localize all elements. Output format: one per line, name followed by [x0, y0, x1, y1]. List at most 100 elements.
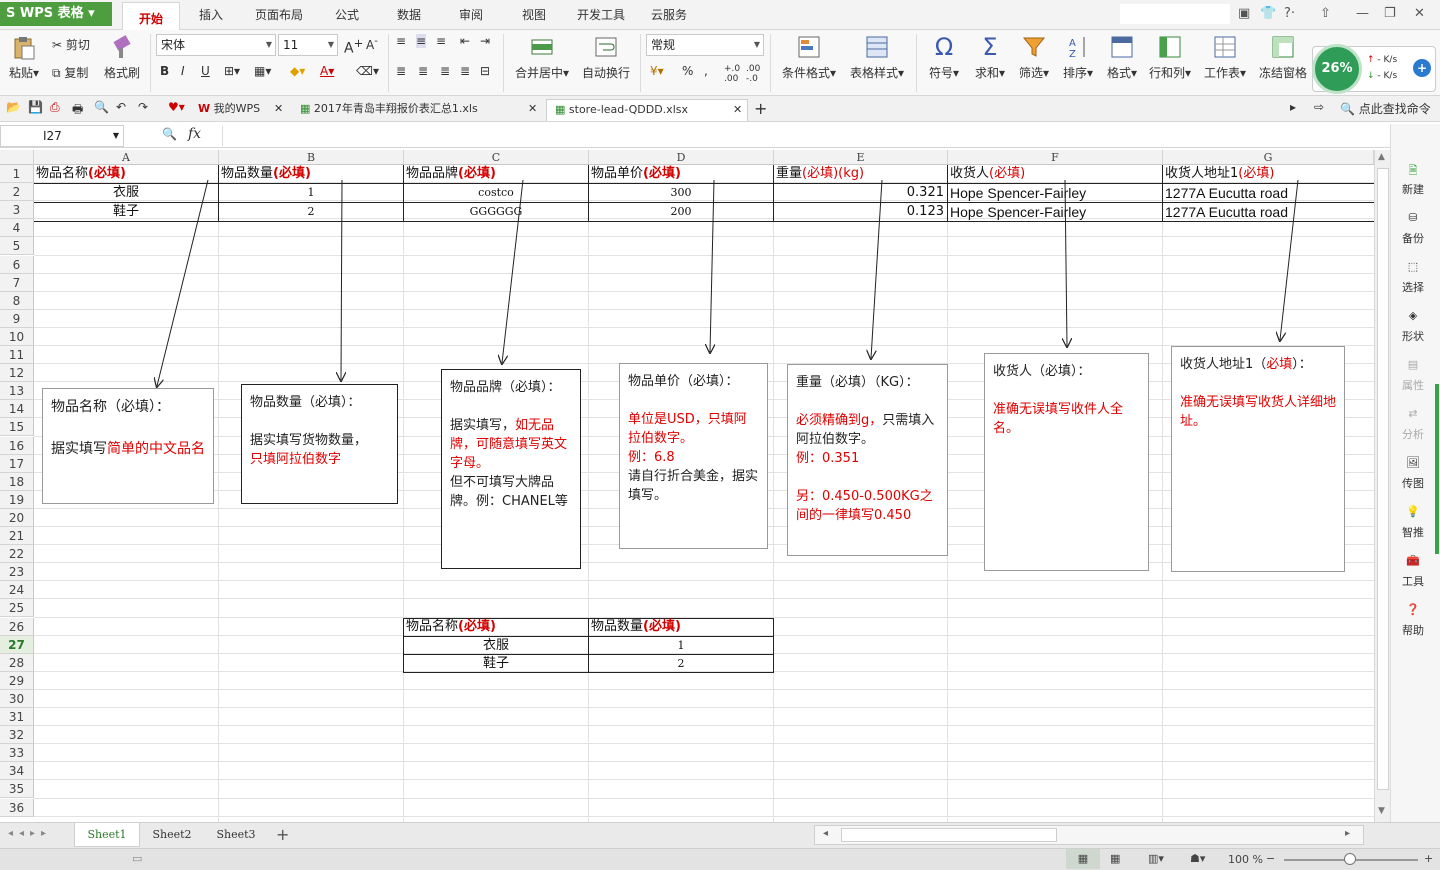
- reading-mode-icon[interactable]: ☗▾: [1190, 852, 1205, 865]
- open-folder-icon[interactable]: 📂: [6, 100, 21, 114]
- sheet-tab-2[interactable]: Sheet2: [142, 823, 202, 847]
- scroll-down-icon[interactable]: ▼: [1378, 806, 1385, 816]
- freeze-button[interactable]: 冻结窗格: [1256, 34, 1310, 81]
- panel-help[interactable]: ❓ 帮助: [1391, 603, 1435, 638]
- copy-button[interactable]: ⧉ 复制: [52, 64, 88, 81]
- restore-icon[interactable]: ❐: [1384, 6, 1396, 21]
- currency-icon[interactable]: ¥▾: [650, 64, 664, 78]
- spreadsheet-grid[interactable]: A B C D E F G 1 2 3 4 5 6 7 8 9 10 11 12 13 14 15 16 17 1…: [0, 150, 1374, 822]
- panel-backup[interactable]: ⛁ 备份: [1391, 211, 1435, 246]
- shirt-icon[interactable]: 👕: [1260, 6, 1276, 21]
- save-icon[interactable]: 💾: [28, 100, 43, 114]
- comma-icon[interactable]: ,: [704, 64, 708, 78]
- font-color-icon[interactable]: A▾: [320, 64, 334, 78]
- scroll-right-icon[interactable]: ▸: [1345, 828, 1350, 839]
- fill-pattern-icon[interactable]: ▦▾: [254, 64, 271, 78]
- wrap-text-button[interactable]: 自动换行: [580, 34, 632, 81]
- zoom-slider-handle[interactable]: [1344, 853, 1356, 865]
- clear-icon[interactable]: ⌫▾: [356, 64, 379, 78]
- doc-tab-mywps[interactable]: W 我的WPS ✕: [190, 99, 290, 121]
- redo-icon[interactable]: ↷: [138, 100, 148, 114]
- sum-button[interactable]: Σ 求和▾: [970, 34, 1010, 81]
- app-menu-button[interactable]: S WPS 表格 ▾: [0, 2, 112, 26]
- command-search[interactable]: 🔍 点此查找命令: [1340, 100, 1431, 117]
- symbol-button[interactable]: Ω 符号▾: [924, 34, 964, 81]
- cut-button[interactable]: ✂ 剪切: [52, 36, 90, 53]
- outdent-icon[interactable]: ⇤: [460, 34, 470, 48]
- sort-button[interactable]: AZ 排序▾: [1058, 34, 1098, 81]
- panel-shape[interactable]: ◈ 形状: [1391, 309, 1435, 344]
- formula-input[interactable]: [222, 126, 1382, 146]
- sheet-tab-3[interactable]: Sheet3: [206, 823, 266, 847]
- zoom-formula-icon[interactable]: 🔍: [162, 127, 177, 141]
- doc-tab-quote-xls[interactable]: ▦ 2017年青岛丰翔报价表汇总1.xls ✕: [292, 99, 542, 121]
- panel-properties[interactable]: ▤ 属性: [1391, 358, 1435, 393]
- fx-icon[interactable]: fx: [188, 126, 201, 142]
- close-tab-icon[interactable]: ✕: [274, 99, 283, 119]
- zoom-level[interactable]: 100 %: [1228, 853, 1263, 866]
- skin-icon[interactable]: ▣: [1238, 6, 1250, 21]
- format-button[interactable]: 格式▾: [1102, 34, 1142, 81]
- align-right-icon[interactable]: ≣: [440, 64, 450, 78]
- tab-insert[interactable]: 插入: [199, 6, 223, 23]
- add-sheet-icon[interactable]: +: [276, 825, 289, 844]
- sheet-tab-1[interactable]: Sheet1: [74, 823, 140, 847]
- filter-button[interactable]: 筛选▾: [1014, 34, 1054, 81]
- print-icon[interactable]: 🖶: [72, 100, 83, 121]
- panel-tools[interactable]: 🧰 工具: [1391, 554, 1435, 589]
- tab-data[interactable]: 数据: [397, 6, 421, 23]
- close-icon[interactable]: ✕: [1414, 6, 1425, 21]
- align-bottom-icon[interactable]: ≡: [436, 34, 446, 48]
- scroll-left-icon[interactable]: ◂: [823, 828, 828, 839]
- status-doc-icon[interactable]: ▭: [132, 852, 142, 865]
- panel-select[interactable]: ⬚ 选择: [1391, 260, 1435, 295]
- tab-cloud[interactable]: 云服务: [651, 6, 687, 23]
- increase-decimal-icon[interactable]: +.0.00: [724, 64, 740, 84]
- share-icon[interactable]: ⇨: [1314, 100, 1324, 114]
- scroll-up-icon[interactable]: ▲: [1378, 152, 1385, 162]
- scroll-thumb[interactable]: [1377, 168, 1389, 790]
- italic-icon[interactable]: I: [181, 64, 185, 78]
- minimize-icon[interactable]: —: [1356, 6, 1369, 21]
- zoom-out-icon[interactable]: −: [1266, 852, 1275, 865]
- help-icon[interactable]: ?·: [1284, 6, 1295, 21]
- new-tab-icon[interactable]: +: [754, 99, 767, 118]
- sheet-nav-arrows-icon[interactable]: ◂◂▸▸: [8, 828, 52, 839]
- justify-icon[interactable]: ≣: [460, 64, 470, 78]
- number-format-select[interactable]: 常规 ▼: [646, 34, 764, 56]
- name-box[interactable]: I27 ▼: [0, 125, 124, 147]
- hscroll-thumb[interactable]: [841, 828, 1057, 842]
- conditional-format-button[interactable]: 条件格式▾: [778, 34, 840, 81]
- zoom-in-icon[interactable]: +: [1424, 852, 1433, 865]
- add-speed-icon[interactable]: +: [1413, 59, 1431, 77]
- indent-icon[interactable]: ⇥: [480, 34, 490, 48]
- bold-icon[interactable]: B: [160, 64, 169, 78]
- undo-icon[interactable]: ↶: [116, 100, 126, 114]
- tab-home[interactable]: 开始: [122, 2, 181, 30]
- fill-color-icon[interactable]: ◆▾: [290, 64, 305, 78]
- align-top-icon[interactable]: ≡: [396, 34, 406, 48]
- tab-page-layout[interactable]: 页面布局: [255, 6, 303, 23]
- tab-view[interactable]: 视图: [522, 6, 546, 23]
- decrease-decimal-icon[interactable]: .00 -.0: [746, 64, 760, 84]
- close-tab-icon[interactable]: ✕: [733, 100, 742, 120]
- worksheet-button[interactable]: 工作表▾: [1200, 34, 1250, 81]
- panel-analysis[interactable]: ⇄ 分析: [1391, 407, 1435, 442]
- panel-smart[interactable]: 💡 智推: [1391, 505, 1435, 540]
- upload-icon[interactable]: ⇧: [1320, 6, 1331, 21]
- bookmark-icon[interactable]: ♥▾: [168, 100, 185, 114]
- font-name-select[interactable]: 宋体 ▼: [156, 34, 276, 56]
- tab-review[interactable]: 审阅: [459, 6, 483, 23]
- border-icon[interactable]: ⊞▾: [224, 64, 240, 78]
- shrink-font-icon[interactable]: A-: [366, 36, 378, 52]
- align-middle-icon[interactable]: ≡: [416, 34, 427, 48]
- paste-button[interactable]: 粘贴▾: [6, 34, 42, 81]
- tab-formulas[interactable]: 公式: [335, 6, 359, 23]
- normal-view-icon[interactable]: ▦: [1066, 849, 1100, 869]
- tab-developer[interactable]: 开发工具: [577, 6, 625, 23]
- page-layout-view-icon[interactable]: ▥▾: [1148, 852, 1164, 865]
- merge-center-button[interactable]: 合并居中▾: [512, 34, 572, 81]
- horizontal-scrollbar[interactable]: ◂ ▸: [814, 825, 1364, 845]
- vertical-scrollbar[interactable]: ▲ ▼: [1374, 150, 1390, 822]
- format-painter-button[interactable]: 格式刷: [102, 34, 142, 81]
